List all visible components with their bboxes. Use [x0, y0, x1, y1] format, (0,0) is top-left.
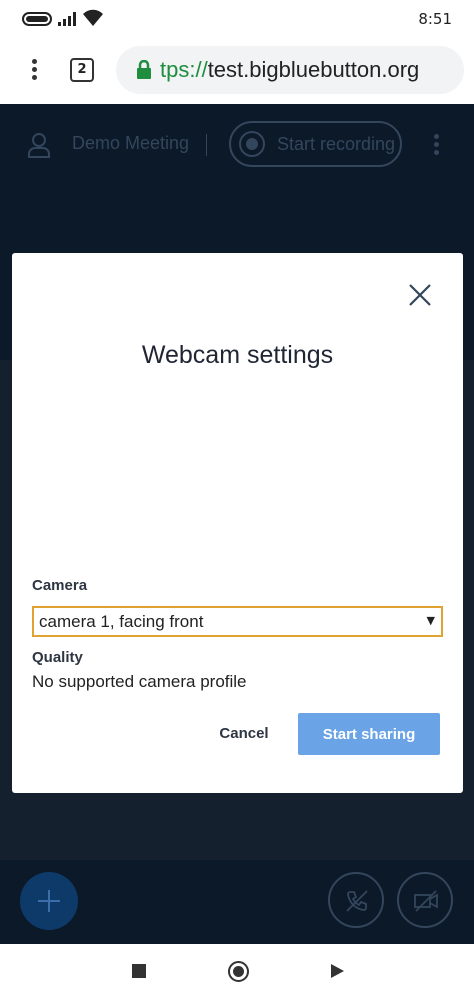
url-host: test.bigbluebutton.org — [207, 57, 420, 82]
share-webcam-button[interactable] — [397, 872, 453, 928]
webcam-settings-modal: Webcam settings Camera camera 1, facing … — [12, 253, 463, 793]
record-label: Start recording — [277, 134, 396, 154]
status-bar: 8:51 — [0, 0, 474, 38]
add-action-button[interactable] — [20, 872, 78, 930]
video-off-icon — [414, 890, 438, 912]
record-icon — [239, 131, 265, 157]
more-options-icon[interactable] — [432, 134, 440, 158]
url-text: tps://test.bigbluebutton.org — [160, 57, 419, 83]
quality-label: Quality — [32, 649, 83, 666]
browser-menu-icon[interactable] — [24, 56, 44, 84]
modal-title: Webcam settings — [141, 341, 334, 369]
dropdown-arrow-icon: ▼ — [426, 614, 435, 627]
camera-select[interactable]: camera 1, facing front ▼ — [32, 606, 443, 637]
android-nav-bar — [0, 944, 474, 1000]
back-icon[interactable] — [331, 964, 344, 978]
battery-icon — [22, 12, 52, 26]
recents-icon[interactable] — [132, 964, 146, 978]
wifi-icon — [83, 9, 103, 26]
close-icon[interactable] — [408, 283, 432, 307]
phone-off-icon — [346, 890, 368, 912]
camera-label: Camera — [32, 577, 88, 594]
signal-icon — [58, 12, 76, 26]
start-recording-button[interactable]: Start recording — [229, 121, 402, 167]
tab-switcher-button[interactable]: 2 — [70, 58, 94, 82]
app-header: Demo Meeting Start recording — [0, 104, 474, 180]
quality-value: No supported camera profile — [32, 672, 247, 691]
lock-icon — [137, 60, 151, 79]
url-scheme: tps:// — [160, 57, 208, 82]
cancel-button[interactable]: Cancel — [210, 720, 278, 746]
status-time: 8:51 — [418, 10, 452, 28]
meeting-title: Demo Meeting — [72, 133, 190, 153]
address-bar[interactable]: tps://test.bigbluebutton.org — [116, 46, 464, 94]
camera-select-value: camera 1, facing front — [39, 612, 204, 631]
user-icon[interactable] — [27, 132, 51, 158]
home-icon[interactable] — [228, 961, 249, 982]
start-sharing-button[interactable]: Start sharing — [298, 713, 440, 755]
browser-toolbar: 2 tps://test.bigbluebutton.org — [0, 38, 474, 104]
join-audio-button[interactable] — [328, 872, 384, 928]
header-divider — [206, 134, 207, 156]
